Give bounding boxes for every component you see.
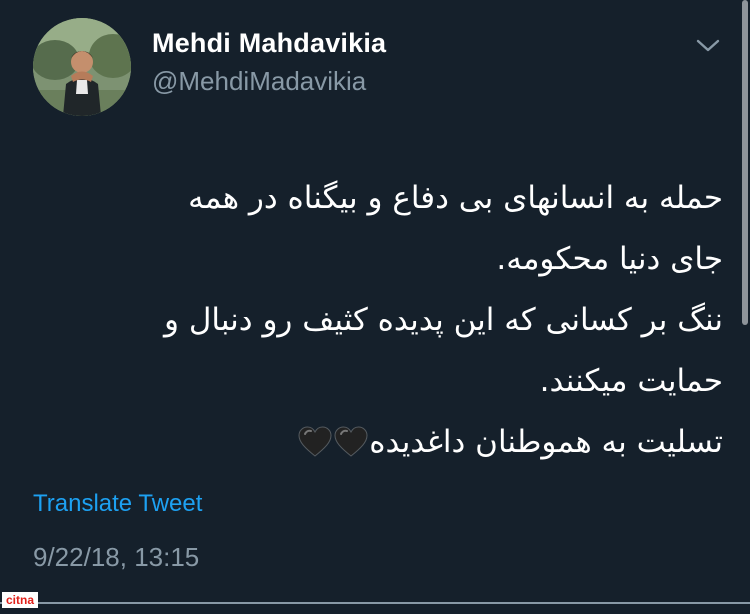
tweet-line: جای دنیا محکومه. xyxy=(496,241,723,277)
tweet-line: تسلیت به هموطنان داغدیده xyxy=(369,424,723,460)
display-name[interactable]: Mehdi Mahdavikia xyxy=(152,28,386,59)
watermark-logo: citna xyxy=(2,592,39,608)
tweet-line: حمایت میکنند. xyxy=(539,363,723,399)
black-heart-icon xyxy=(334,426,368,457)
tweet-line: ننگ بر کسانی که این پدیده کثیف رو دنبال … xyxy=(164,302,723,338)
avatar-photo xyxy=(33,18,131,116)
translate-tweet-link[interactable]: Translate Tweet xyxy=(33,490,202,518)
tweet-menu-button[interactable] xyxy=(694,36,722,56)
chevron-down-icon xyxy=(696,39,720,52)
tweet-timestamp[interactable]: 9/22/18, 13:15 xyxy=(33,542,199,573)
divider xyxy=(0,602,750,604)
user-handle[interactable]: @MehdiMadavikia xyxy=(152,66,366,97)
avatar[interactable] xyxy=(33,18,131,116)
black-heart-icon xyxy=(298,426,332,457)
scrollbar[interactable] xyxy=(742,0,748,325)
tweet-text: حمله به انسانهای بی دفاع و بیگناه در همه… xyxy=(28,168,723,479)
tweet-line: حمله به انسانهای بی دفاع و بیگناه در همه xyxy=(188,180,723,216)
tweet-line-with-emoji: تسلیت به هموطنان داغدیده xyxy=(28,412,723,479)
emoji-group xyxy=(297,418,369,479)
